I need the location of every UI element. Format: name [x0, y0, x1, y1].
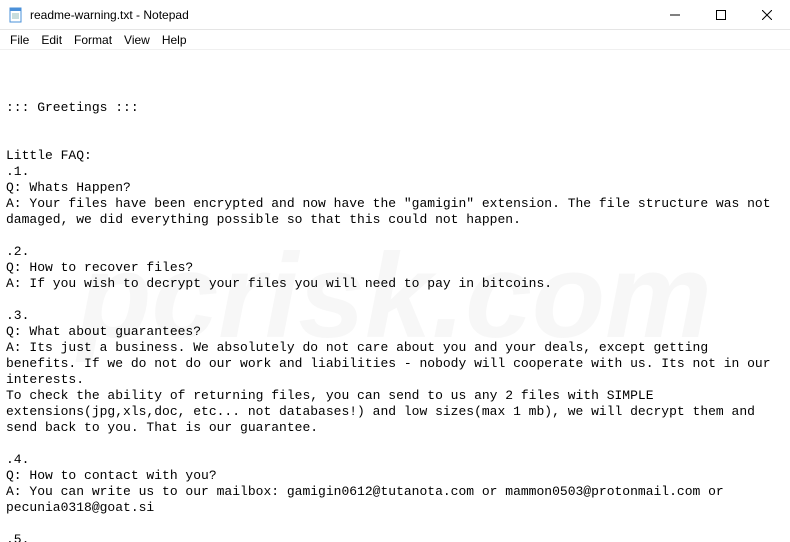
window-title: readme-warning.txt - Notepad [30, 8, 189, 22]
menu-format[interactable]: Format [68, 31, 118, 49]
menu-edit[interactable]: Edit [35, 31, 68, 49]
window-controls [652, 0, 790, 29]
close-button[interactable] [744, 0, 790, 30]
minimize-icon [670, 10, 680, 20]
titlebar: readme-warning.txt - Notepad [0, 0, 790, 30]
maximize-button[interactable] [698, 0, 744, 30]
menu-view[interactable]: View [118, 31, 156, 49]
notepad-icon [8, 7, 24, 23]
text-area[interactable]: pcrisk.com ::: Greetings ::: Little FAQ:… [0, 50, 790, 542]
maximize-icon [716, 10, 726, 20]
document-text: ::: Greetings ::: Little FAQ: .1. Q: Wha… [6, 100, 784, 542]
menubar: File Edit Format View Help [0, 30, 790, 50]
titlebar-left: readme-warning.txt - Notepad [0, 7, 189, 23]
menu-help[interactable]: Help [156, 31, 193, 49]
close-icon [762, 10, 772, 20]
minimize-button[interactable] [652, 0, 698, 30]
menu-file[interactable]: File [4, 31, 35, 49]
